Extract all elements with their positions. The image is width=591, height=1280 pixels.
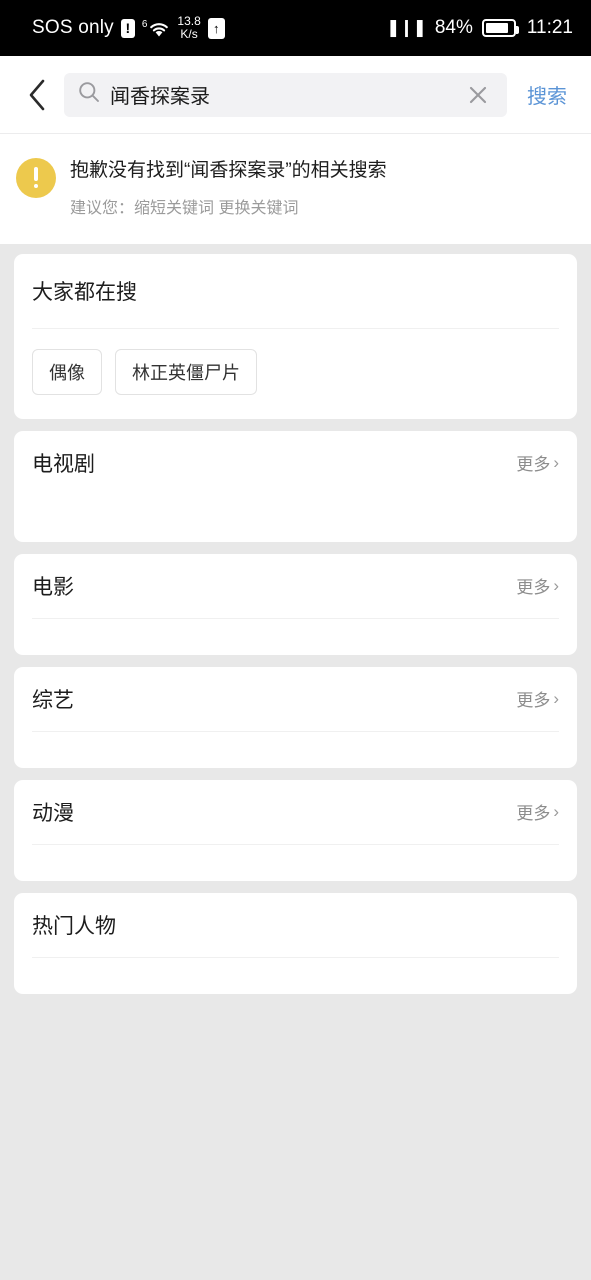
category-title: 综艺	[32, 688, 74, 712]
status-bar-right: ❚❙❚ 84% 11:21	[386, 17, 573, 39]
category-header: 综艺 更多 ›	[32, 667, 559, 731]
category-card-variety: 综艺 更多 ›	[14, 666, 577, 768]
category-body	[32, 958, 559, 994]
battery-icon	[481, 19, 519, 37]
carrier-label: SOS only	[32, 17, 114, 38]
category-header: 电视剧 更多 ›	[32, 431, 559, 495]
more-link[interactable]: 更多 ›	[516, 450, 559, 475]
no-result-banner: 抱歉没有找到“闻香探案录”的相关搜索 建议您：缩短关键词 更换关键词	[0, 134, 591, 244]
category-card-tv: 电视剧 更多 ›	[14, 430, 577, 542]
suggestion-label: 建议您：	[70, 199, 135, 217]
category-title: 热门人物	[32, 914, 116, 938]
search-header: 闻香探案录 搜索	[0, 56, 591, 134]
hot-search-header: 大家都在搜	[32, 254, 559, 328]
no-result-text: 抱歉没有找到“闻香探案录”的相关搜索 建议您：缩短关键词 更换关键词	[70, 156, 387, 218]
search-submit-button[interactable]: 搜索	[513, 80, 577, 109]
content-scroll-area[interactable]: 大家都在搜 偶像 林正英僵尸片 电视剧 更多 › 电影 更多 › 综艺 更多 ›…	[0, 243, 591, 1280]
clock-label: 11:21	[526, 17, 573, 38]
category-title: 电影	[32, 575, 74, 599]
hot-search-card: 大家都在搜 偶像 林正英僵尸片	[14, 253, 577, 419]
chevron-left-icon	[29, 79, 45, 110]
suggestion-options: 缩短关键词 更换关键词	[134, 199, 299, 217]
more-label: 更多	[516, 578, 551, 598]
close-icon	[469, 86, 487, 103]
clear-search-button[interactable]	[463, 80, 493, 110]
category-card-movie: 电影 更多 ›	[14, 553, 577, 655]
network-speed: 13.8 K/s	[177, 15, 200, 40]
more-label: 更多	[516, 691, 551, 711]
warning-icon	[16, 158, 56, 198]
category-header: 热门人物	[32, 893, 559, 957]
more-link[interactable]: 更多 ›	[516, 686, 559, 711]
status-bar-left: SOS only ! 6 13.8 K/s ↑	[32, 15, 225, 40]
more-label: 更多	[516, 455, 551, 475]
vibrate-icon: ❚❙❚	[386, 18, 427, 37]
chevron-right-icon: ›	[553, 453, 559, 473]
back-button[interactable]	[14, 72, 60, 118]
alert-badge-icon: !	[120, 18, 135, 38]
wifi-generation-label: 6	[141, 19, 148, 30]
hot-search-tag[interactable]: 林正英僵尸片	[115, 348, 257, 395]
no-result-suggestion: 建议您：缩短关键词 更换关键词	[70, 194, 387, 218]
more-link[interactable]: 更多 ›	[516, 573, 559, 598]
hot-search-title: 大家都在搜	[32, 280, 137, 304]
more-label: 更多	[516, 804, 551, 824]
category-card-people: 热门人物	[14, 892, 577, 994]
hot-search-tag[interactable]: 偶像	[32, 348, 102, 395]
battery-percent-label: 84%	[434, 17, 473, 38]
status-bar: SOS only ! 6 13.8 K/s ↑ ❚❙❚ 84% 11:21	[0, 0, 591, 56]
hot-search-tag-list: 偶像 林正英僵尸片	[32, 329, 559, 419]
chevron-right-icon: ›	[553, 576, 559, 596]
search-icon	[78, 81, 100, 108]
category-body	[32, 495, 559, 542]
wifi-icon: 6	[142, 17, 171, 39]
search-input[interactable]: 闻香探案录	[64, 72, 507, 117]
category-header: 电影 更多 ›	[32, 554, 559, 618]
category-body	[32, 732, 559, 768]
category-title: 动漫	[32, 801, 74, 825]
more-link[interactable]: 更多 ›	[516, 799, 559, 824]
upload-arrow-icon: ↑	[207, 17, 225, 39]
chevron-right-icon: ›	[553, 689, 559, 709]
network-speed-unit: K/s	[180, 27, 198, 41]
category-body	[32, 845, 559, 881]
category-body	[32, 619, 559, 655]
search-query-text[interactable]: 闻香探案录	[110, 80, 463, 109]
chevron-right-icon: ›	[553, 802, 559, 822]
category-card-anime: 动漫 更多 ›	[14, 779, 577, 881]
category-header: 动漫 更多 ›	[32, 780, 559, 844]
no-result-title: 抱歉没有找到“闻香探案录”的相关搜索	[70, 160, 387, 181]
category-title: 电视剧	[32, 452, 95, 476]
